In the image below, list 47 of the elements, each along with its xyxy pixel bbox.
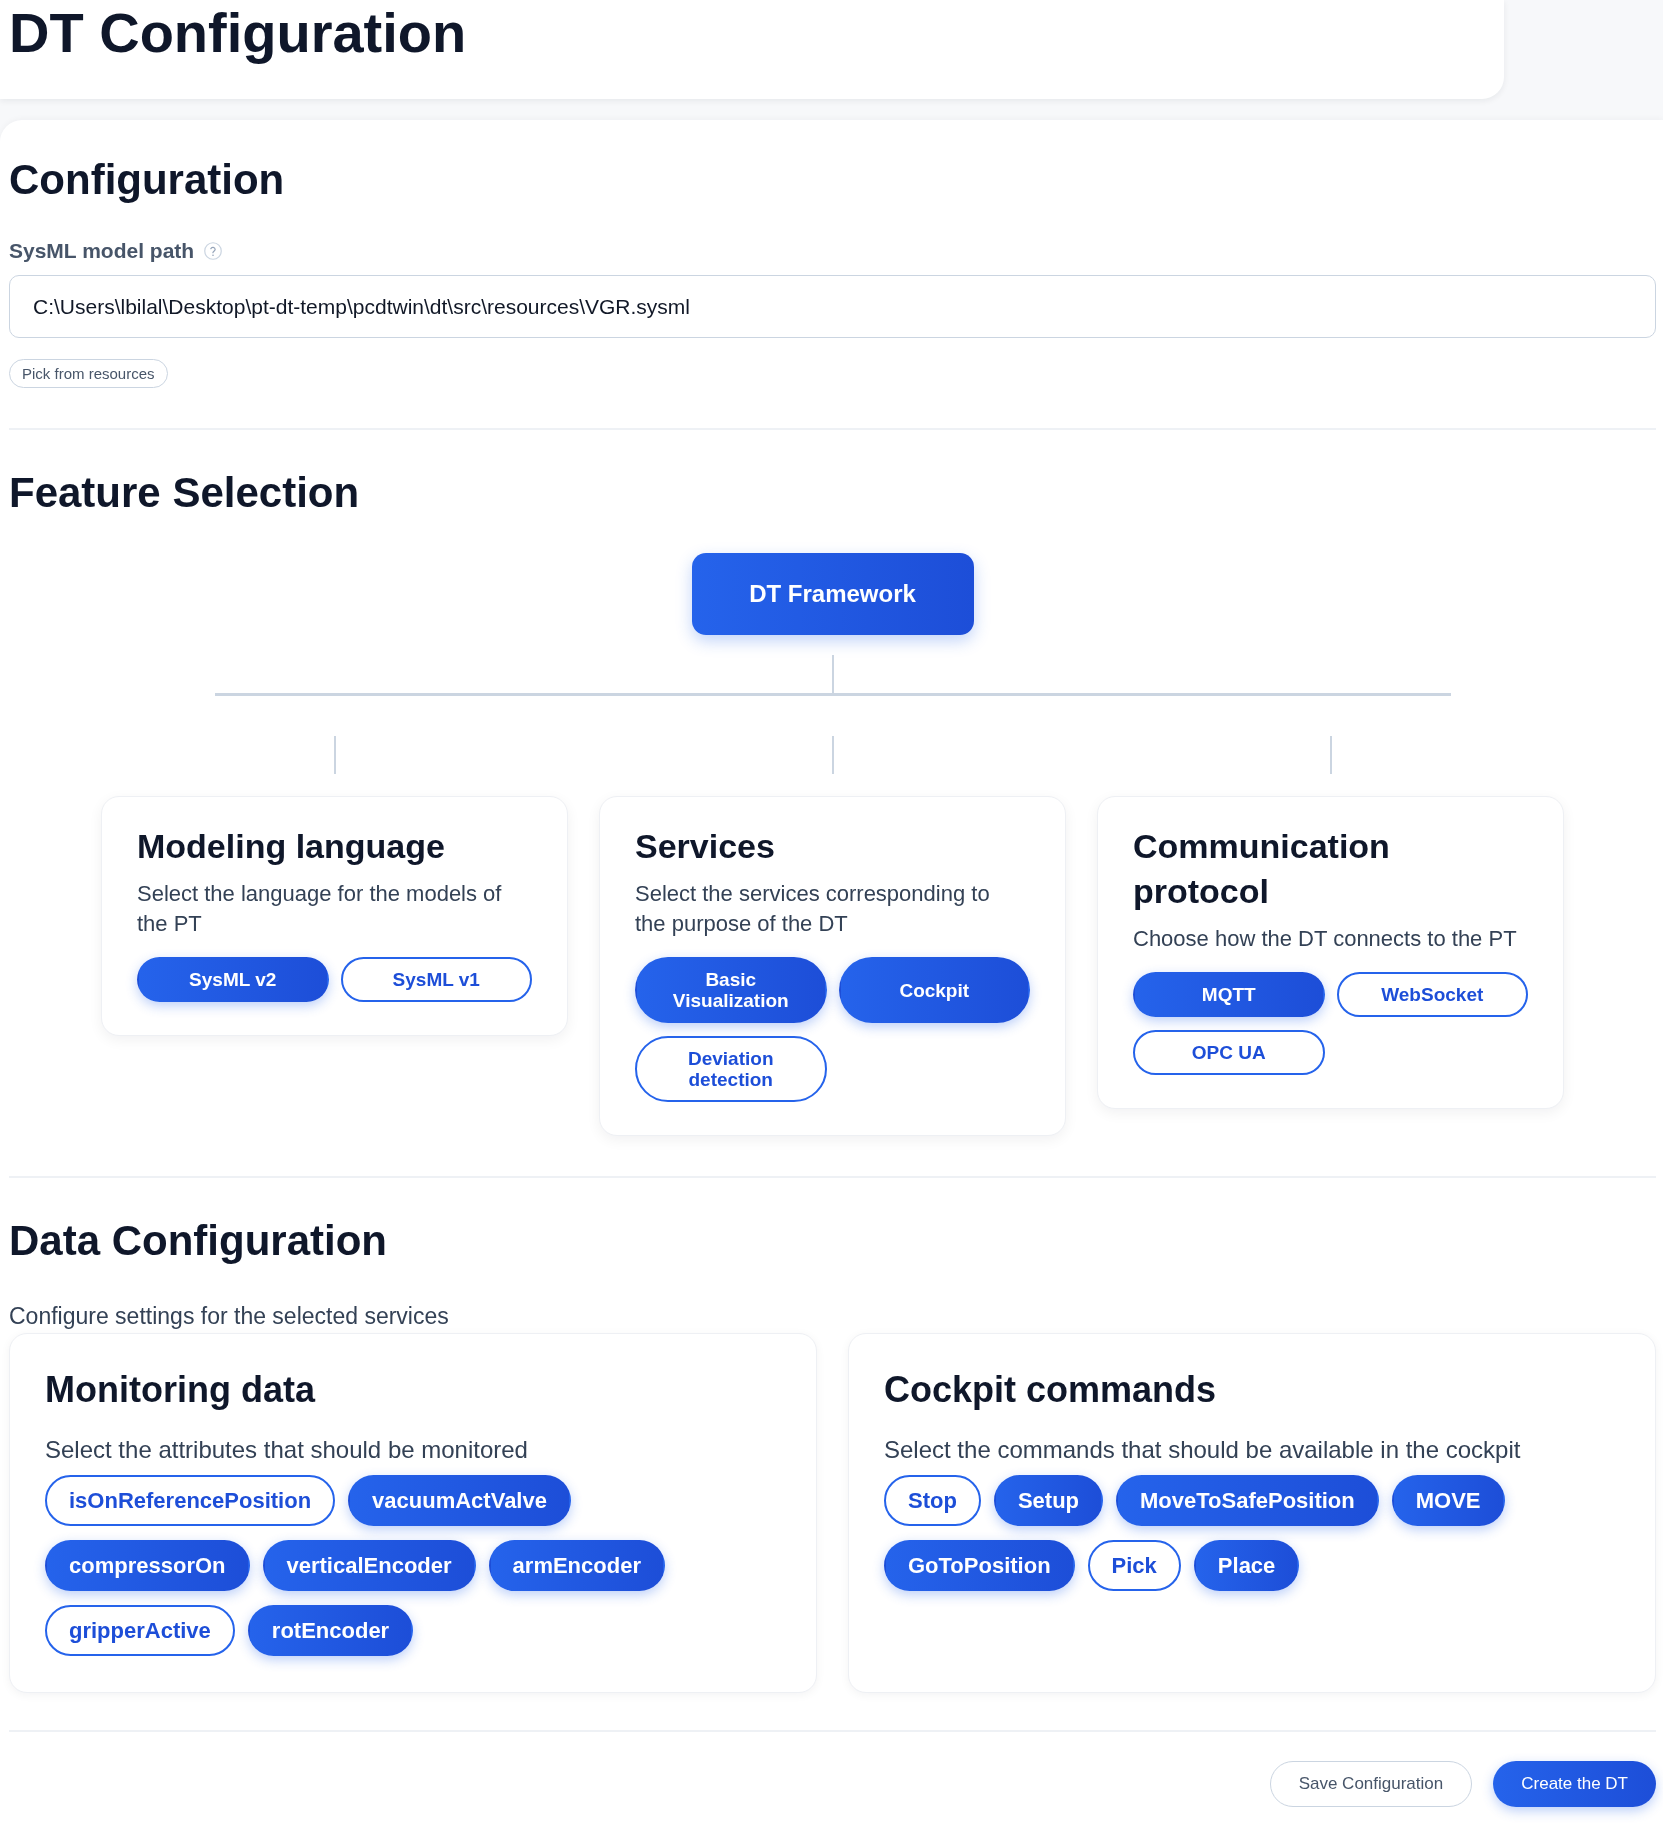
option-button[interactable]: Cockpit [838, 957, 1030, 1023]
option-chip[interactable]: GoToPosition [884, 1540, 1075, 1591]
card-title: Monitoring data [45, 1368, 317, 1411]
section-heading: Feature Selection [9, 468, 360, 518]
card-description: Select the language for the models of the PT [137, 880, 503, 938]
connector-line [333, 736, 336, 774]
option-chip[interactable]: isOnReferencePosition [45, 1475, 336, 1526]
option-chip[interactable]: MOVE [1391, 1475, 1505, 1526]
option-chip[interactable]: armEncoder [488, 1540, 665, 1591]
option-chip[interactable]: verticalEncoder [262, 1540, 476, 1591]
card-description: Choose how the DT connects to the PT [1133, 925, 1518, 953]
option-button[interactable]: SysML v2 [137, 957, 329, 1002]
option-chip[interactable]: vacuumActValve [348, 1475, 571, 1526]
option-button[interactable]: MQTT [1133, 972, 1325, 1017]
save-button[interactable]: Save Configuration [1269, 1761, 1473, 1807]
option-chip[interactable]: Place [1193, 1540, 1300, 1591]
card-title: Cockpit commands [884, 1368, 1218, 1411]
connector-line [1329, 736, 1332, 774]
option-chip[interactable]: MoveToSafePosition [1116, 1475, 1379, 1526]
help-icon[interactable] [204, 242, 223, 260]
card-title: Communication protocol [1133, 826, 1391, 912]
section-heading: Configuration [9, 155, 285, 205]
option-chip[interactable]: rotEncoder [247, 1605, 414, 1656]
connector-line [831, 736, 834, 774]
option-button[interactable]: Deviation detection [635, 1036, 827, 1102]
card-title: Services [635, 826, 776, 867]
option-button[interactable]: SysML v1 [340, 957, 532, 1002]
option-chip[interactable]: gripperActive [45, 1605, 235, 1656]
option-button[interactable]: Basic Visualization [635, 957, 827, 1023]
option-chip[interactable]: compressorOn [45, 1540, 250, 1591]
create-button[interactable]: Create the DT [1493, 1761, 1656, 1807]
option-chip[interactable]: Pick [1087, 1540, 1181, 1591]
section-heading: Data Configuration [9, 1216, 387, 1266]
pick-button[interactable]: Pick from resources [9, 359, 168, 388]
card-title: Modeling language [137, 826, 446, 867]
card-description: Select the services corresponding to the purpose of the DT [635, 880, 991, 938]
framework-node: DT Framework [691, 553, 974, 635]
path-field[interactable]: C:\Users\lbilal\Desktop\pt-dt-temp\pcdtwin\dt\src\resources\VGR.sysml [9, 275, 1656, 338]
card-description: Select the attributes that should be monitored [45, 1435, 529, 1465]
card-description: Select the commands that should be available in the cockpit [884, 1435, 1522, 1465]
option-button[interactable]: WebSocket [1336, 972, 1528, 1017]
section-description: Configure settings for the selected services [9, 1302, 449, 1331]
field-label: SysML model path [9, 238, 195, 264]
option-chip[interactable]: Setup [993, 1475, 1103, 1526]
page-title: DT Configuration [9, 2, 467, 64]
option-chip[interactable]: Stop [884, 1475, 981, 1526]
option-button[interactable]: OPC UA [1133, 1030, 1325, 1075]
